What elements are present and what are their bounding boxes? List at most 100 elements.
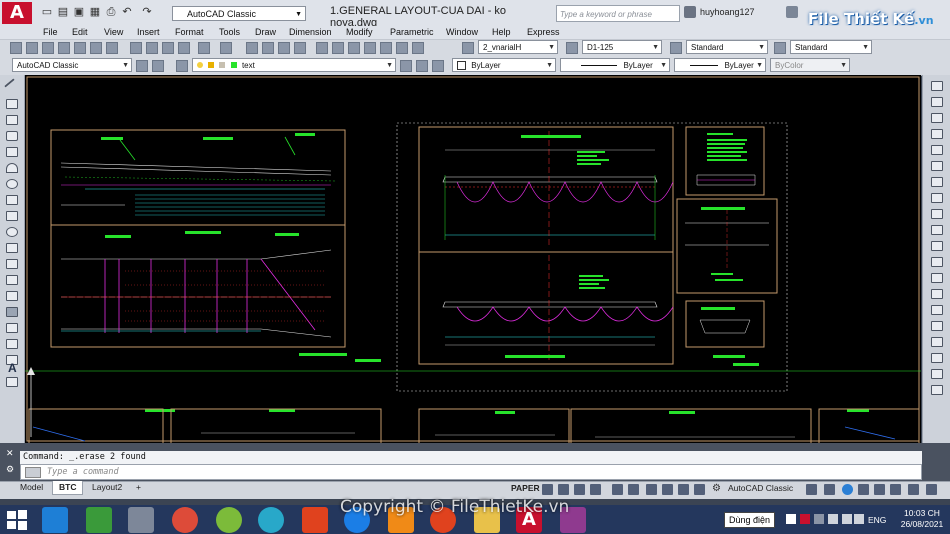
gradient-icon[interactable] xyxy=(6,323,18,333)
lineweight-select[interactable]: ByLayer ▼ xyxy=(674,58,766,72)
tab-model[interactable]: Model xyxy=(14,481,49,494)
menu-edit[interactable]: Edit xyxy=(72,27,88,37)
join-icon[interactable] xyxy=(931,289,943,299)
mleader-style-icon[interactable] xyxy=(774,42,786,54)
layer-state-icon[interactable] xyxy=(432,60,444,72)
break-icon[interactable] xyxy=(931,273,943,283)
snap-icon[interactable] xyxy=(558,484,569,495)
annotation-monitor-icon[interactable] xyxy=(806,484,817,495)
undo-icon[interactable] xyxy=(198,42,210,54)
region-icon[interactable] xyxy=(6,339,18,349)
new-icon[interactable] xyxy=(10,42,22,54)
menu-help[interactable]: Help xyxy=(492,27,511,37)
zoom-window-icon[interactable] xyxy=(278,42,290,54)
menu-dimension[interactable]: Dimension xyxy=(289,27,332,37)
add-layout-tab[interactable]: + xyxy=(130,481,147,494)
explode-icon[interactable] xyxy=(931,353,943,363)
open-folder-icon[interactable]: ▤ xyxy=(56,5,70,19)
utorrent-icon[interactable] xyxy=(86,507,112,533)
circle-icon[interactable] xyxy=(6,179,18,189)
tray-vietkey-icon[interactable] xyxy=(800,514,810,524)
windows-start-icon[interactable] xyxy=(6,509,28,531)
plotstyle-select[interactable]: ByColor ▼ xyxy=(770,58,850,72)
line-icon[interactable] xyxy=(4,78,20,94)
3d-print-icon[interactable] xyxy=(106,42,118,54)
tab-layout2[interactable]: Layout2 xyxy=(86,481,128,494)
stretch-icon[interactable] xyxy=(931,209,943,219)
hatch-icon[interactable] xyxy=(6,307,18,317)
menu-view[interactable]: View xyxy=(104,27,123,37)
properties-icon[interactable] xyxy=(316,42,328,54)
design-center-icon[interactable] xyxy=(332,42,344,54)
spline-icon[interactable] xyxy=(6,211,18,221)
osnap-icon[interactable] xyxy=(612,484,623,495)
layer-properties-icon[interactable] xyxy=(176,60,188,72)
ellipse-arc-icon[interactable] xyxy=(6,243,18,253)
text-style-icon[interactable] xyxy=(462,42,474,54)
selection-cycling-icon[interactable] xyxy=(678,484,689,495)
tray-chevron-icon[interactable] xyxy=(814,514,824,524)
menu-format[interactable]: Format xyxy=(175,27,204,37)
menu-parametric[interactable]: Parametric xyxy=(390,27,434,37)
break-at-point-icon[interactable] xyxy=(931,257,943,267)
copy-icon[interactable] xyxy=(146,42,158,54)
save-as-icon[interactable]: ▦ xyxy=(88,5,102,19)
command-prompt-icon[interactable] xyxy=(25,467,41,478)
markup-icon[interactable] xyxy=(380,42,392,54)
help-icon[interactable] xyxy=(412,42,424,54)
isolate-objects-icon[interactable] xyxy=(842,484,853,495)
ellipse-icon[interactable] xyxy=(6,227,18,237)
paint-icon[interactable] xyxy=(128,507,154,533)
tool-palettes-icon[interactable] xyxy=(348,42,360,54)
polar-icon[interactable] xyxy=(590,484,601,495)
command-settings-icon[interactable]: ⚙ xyxy=(6,464,14,475)
workspace-settings-gear-icon[interactable] xyxy=(136,60,148,72)
menu-insert[interactable]: Insert xyxy=(137,27,160,37)
command-close-icon[interactable]: ✕ xyxy=(6,448,14,459)
menu-modify[interactable]: Modify xyxy=(346,27,373,37)
edit-polyline-icon[interactable] xyxy=(931,369,943,379)
paste-icon[interactable] xyxy=(162,42,174,54)
plot-icon[interactable] xyxy=(58,42,70,54)
user-name[interactable]: huyhoang127 xyxy=(700,7,755,17)
grid-icon[interactable] xyxy=(542,484,553,495)
office-icon[interactable] xyxy=(302,507,328,533)
move-icon[interactable] xyxy=(931,161,943,171)
linetype-select[interactable]: ByLayer ▼ xyxy=(560,58,670,72)
erase-icon[interactable] xyxy=(931,81,943,91)
copy-object-icon[interactable] xyxy=(931,97,943,107)
otrack-icon[interactable] xyxy=(628,484,639,495)
color-select[interactable]: ByLayer ▼ xyxy=(452,58,556,72)
zoom-realtime-icon[interactable] xyxy=(262,42,274,54)
chamfer-icon[interactable] xyxy=(931,305,943,315)
construction-line-icon[interactable] xyxy=(6,99,18,109)
scale-icon[interactable] xyxy=(931,193,943,203)
open-icon[interactable] xyxy=(26,42,38,54)
quickcalc-icon[interactable] xyxy=(396,42,408,54)
status-menu-icon[interactable] xyxy=(908,484,919,495)
binoculars-icon[interactable] xyxy=(684,6,696,18)
layer-select[interactable]: text ▼ xyxy=(192,58,396,72)
new-file-icon[interactable]: ▭ xyxy=(40,5,54,19)
pan-icon[interactable] xyxy=(246,42,258,54)
units-icon[interactable] xyxy=(824,484,835,495)
polyline-icon[interactable] xyxy=(6,115,18,125)
workspace-toolbar-select[interactable]: AutoCAD Classic ▼ xyxy=(12,58,132,72)
rotate-icon[interactable] xyxy=(931,177,943,187)
tray-volume-icon[interactable] xyxy=(854,514,864,524)
space-toggle[interactable]: PAPER xyxy=(511,483,540,493)
search-input[interactable]: Type a keyword or phrase xyxy=(556,5,680,22)
rectangle-icon[interactable] xyxy=(6,147,18,157)
make-block-icon[interactable] xyxy=(6,275,18,285)
layer-previous-icon[interactable] xyxy=(416,60,428,72)
menu-window[interactable]: Window xyxy=(446,27,478,37)
polygon-icon[interactable] xyxy=(6,131,18,141)
dim-style-select[interactable]: D1-125 ▼ xyxy=(582,40,662,54)
menu-file[interactable]: File xyxy=(43,27,58,37)
tray-clock[interactable]: 10:03 CH 26/08/2021 xyxy=(896,508,948,530)
workspace-select[interactable]: AutoCAD Classic ▼ xyxy=(172,6,306,21)
tray-language[interactable]: ENG xyxy=(868,515,886,525)
internet-explorer-icon[interactable] xyxy=(42,507,68,533)
extend-icon[interactable] xyxy=(931,241,943,251)
menu-tools[interactable]: Tools xyxy=(219,27,240,37)
